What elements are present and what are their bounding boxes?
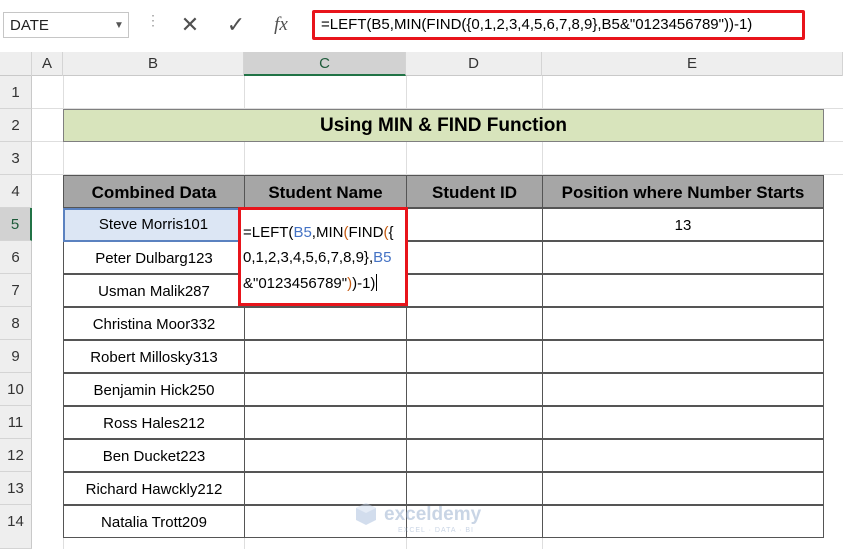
table-cell[interactable] [542, 274, 824, 307]
table-cell[interactable]: Natalia Trott209 [63, 505, 245, 538]
table-cell[interactable]: Ben Ducket223 [63, 439, 245, 472]
editor-line-3: &"0123456789"))-1) [243, 274, 378, 292]
table-cell[interactable] [406, 439, 543, 472]
table-cell[interactable]: Ross Hales212 [63, 406, 245, 439]
table-cell[interactable]: Usman Malik287 [63, 274, 245, 307]
table-cell[interactable] [542, 472, 824, 505]
watermark: exceldemy EXCEL · DATA · BI [350, 500, 500, 541]
table-cell[interactable] [406, 406, 543, 439]
header-position[interactable]: Position where Number Starts [542, 175, 824, 208]
column-header-d[interactable]: D [406, 52, 542, 76]
table-cell[interactable] [244, 406, 407, 439]
table-cell[interactable] [406, 274, 543, 307]
table-cell[interactable] [542, 439, 824, 472]
grip-icon: ⋮ [146, 12, 161, 28]
column-header-c[interactable]: C [244, 52, 406, 76]
row-header-5[interactable]: 5 [0, 208, 32, 241]
column-header-b[interactable]: B [63, 52, 244, 76]
name-box-value: DATE [10, 17, 49, 34]
header-student-name[interactable]: Student Name [244, 175, 407, 208]
table-cell[interactable] [542, 505, 824, 538]
text-caret [376, 274, 378, 291]
watermark-tagline: EXCEL · DATA · BI [398, 527, 474, 534]
table-cell[interactable] [542, 340, 824, 373]
row-header-9[interactable]: 9 [0, 340, 32, 373]
table-cell[interactable]: Richard Hawckly212 [63, 472, 245, 505]
editor-token: =LEFT( [243, 224, 294, 241]
row-header-11[interactable]: 11 [0, 406, 32, 439]
table-cell[interactable]: Robert Millosky313 [63, 340, 245, 373]
exceldemy-logo-icon: exceldemy EXCEL · DATA · BI [356, 503, 482, 534]
editor-token: FIND [348, 224, 384, 241]
table-cell[interactable]: Peter Dulbarg123 [63, 241, 245, 274]
row-header-1[interactable]: 1 [0, 76, 32, 109]
row-header-8[interactable]: 8 [0, 307, 32, 340]
row-header-10[interactable]: 10 [0, 373, 32, 406]
enter-button[interactable]: ✓ [222, 11, 250, 39]
position-cell-e5[interactable]: 13 [542, 208, 824, 241]
editor-line-2: 0,1,2,3,4,5,6,7,8,9},B5 [243, 249, 391, 266]
insert-function-button[interactable]: fx [266, 11, 296, 39]
watermark-brand: exceldemy [384, 504, 482, 525]
column-header-a[interactable]: A [32, 52, 63, 76]
table-cell[interactable] [406, 373, 543, 406]
table-cell[interactable] [406, 307, 543, 340]
table-cell[interactable] [406, 340, 543, 373]
table-cell[interactable] [542, 373, 824, 406]
table-cell[interactable] [542, 241, 824, 274]
editor-ref-b5: B5 [293, 224, 312, 241]
row-header-6[interactable]: 6 [0, 241, 32, 274]
row-header-3[interactable]: 3 [0, 142, 32, 175]
table-cell[interactable] [406, 208, 543, 241]
row-header-14[interactable]: 14 [0, 505, 32, 549]
row-header-2[interactable]: 2 [0, 109, 32, 142]
active-cell-value: Steve Morris101 [98, 216, 209, 233]
row-header-13[interactable]: 13 [0, 472, 32, 505]
editor-token: &"0123456789" [243, 275, 348, 292]
table-cell[interactable] [542, 307, 824, 340]
editor-token: { [388, 224, 394, 241]
header-combined-data[interactable]: Combined Data [63, 175, 245, 208]
editor-ref-b5: B5 [373, 249, 392, 266]
header-student-id[interactable]: Student ID [406, 175, 543, 208]
table-cell[interactable] [244, 373, 407, 406]
cancel-button[interactable]: ✕ [176, 11, 204, 39]
editor-token: )-1) [352, 275, 376, 292]
chevron-down-icon[interactable]: ▼ [114, 20, 124, 31]
table-cell[interactable] [406, 241, 543, 274]
editor-token: 0,1,2,3,4,5,6,7,8,9}, [243, 249, 374, 266]
column-header-e[interactable]: E [542, 52, 843, 76]
table-cell[interactable] [244, 307, 407, 340]
table-cell[interactable] [244, 340, 407, 373]
row-header-4[interactable]: 4 [0, 175, 32, 208]
table-cell[interactable]: Benjamin Hick250 [63, 373, 245, 406]
row-header-7[interactable]: 7 [0, 274, 32, 307]
table-cell[interactable] [244, 439, 407, 472]
row-header-12[interactable]: 12 [0, 439, 32, 472]
table-cell[interactable] [542, 406, 824, 439]
sheet-title: Using MIN & FIND Function [320, 115, 567, 136]
formula-text: =LEFT(B5,MIN(FIND({0,1,2,3,4,5,6,7,8,9},… [321, 16, 753, 33]
editor-line-1: =LEFT(B5,MIN(FIND({ [243, 224, 393, 241]
editor-token: ,MIN [311, 224, 344, 241]
select-all-corner[interactable] [0, 52, 32, 76]
table-cell[interactable]: Christina Moor332 [63, 307, 245, 340]
